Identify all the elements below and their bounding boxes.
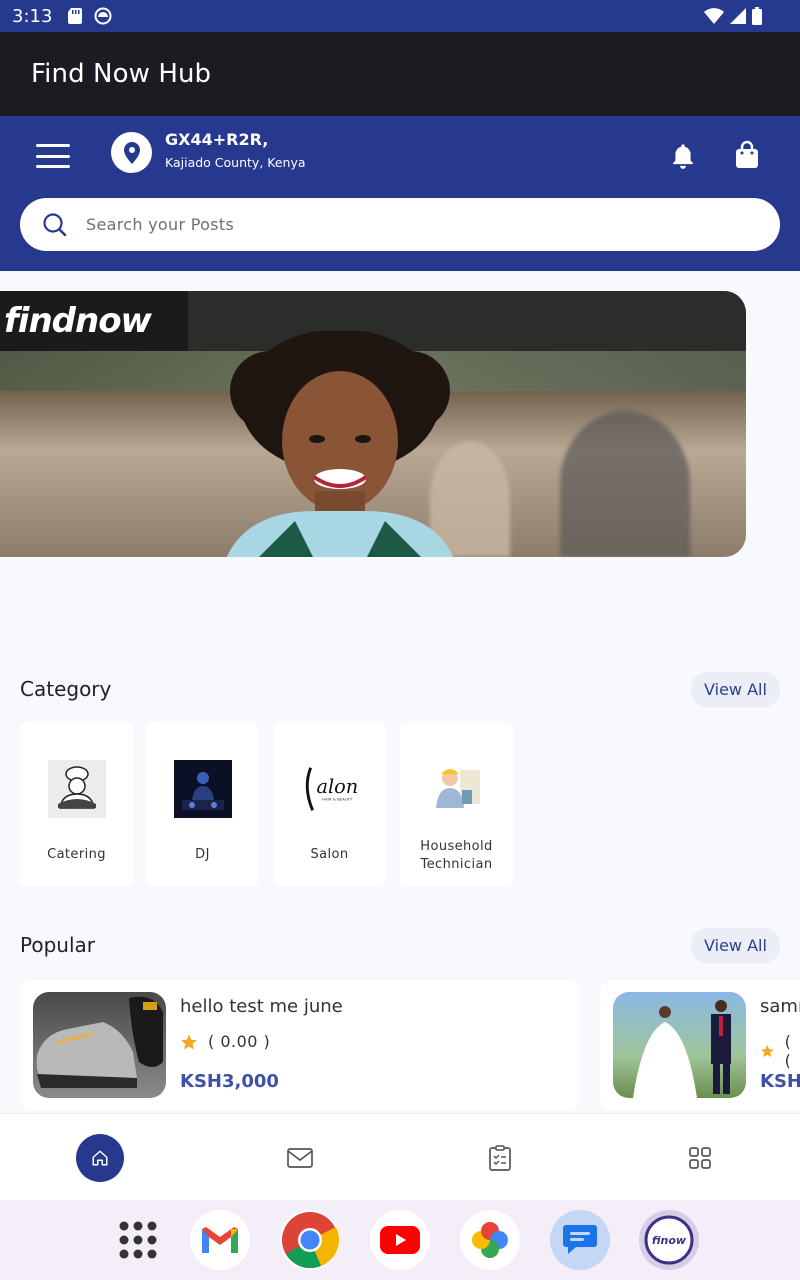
search-input[interactable] xyxy=(86,215,686,234)
product-rating: ( 0.00 ) xyxy=(180,1032,270,1051)
category-label: Household Technician xyxy=(420,839,493,872)
svg-text:finow: finow xyxy=(652,1234,687,1247)
banner-woman-image xyxy=(226,331,454,557)
rating-value: ( ( xyxy=(784,1032,792,1070)
location-text[interactable]: GX44+R2R, Kajiado County, Kenya xyxy=(165,130,306,170)
popular-title: Popular xyxy=(20,933,95,957)
star-icon xyxy=(181,1034,197,1049)
app-title-bar: Find Now Hub xyxy=(0,32,800,116)
search-bar[interactable] xyxy=(20,198,780,251)
product-image-shoe xyxy=(33,992,166,1098)
category-card-salon[interactable]: alon HAIR & BEAUTY Salon xyxy=(273,723,386,886)
category-view-all-button[interactable]: View All xyxy=(691,672,780,707)
promo-banner[interactable]: findnow xyxy=(0,291,746,557)
popular-view-all-button[interactable]: View All xyxy=(691,928,780,963)
status-time: 3:13 xyxy=(12,5,53,27)
popular-item-card[interactable]: hello test me june ( 0.00 ) KSH3,000 xyxy=(20,980,580,1110)
gmail-icon[interactable] xyxy=(190,1210,250,1270)
app-drawer-icon[interactable] xyxy=(108,1210,168,1270)
youtube-icon[interactable] xyxy=(370,1210,430,1270)
product-image-wedding xyxy=(613,992,746,1098)
search-icon xyxy=(43,212,67,236)
technician-icon xyxy=(428,760,486,818)
salon-logo-icon: alon HAIR & BEAUTY xyxy=(301,760,359,818)
grid-icon[interactable] xyxy=(676,1134,724,1182)
product-price: KSH3,000 xyxy=(180,1071,279,1092)
chef-icon xyxy=(48,760,106,818)
rating-value: ( 0.00 ) xyxy=(208,1032,271,1051)
category-title: Category xyxy=(20,677,112,701)
category-card-catering[interactable]: Catering xyxy=(20,723,133,886)
wifi-icon xyxy=(704,8,724,24)
product-title: hello test me june xyxy=(180,996,343,1017)
chrome-icon[interactable] xyxy=(280,1210,340,1270)
menu-icon[interactable] xyxy=(36,144,70,168)
location-region: Kajiado County, Kenya xyxy=(165,155,306,170)
app-title: Find Now Hub xyxy=(31,59,212,89)
home-icon[interactable] xyxy=(76,1134,124,1182)
svg-text:HAIR & BEAUTY: HAIR & BEAUTY xyxy=(322,797,353,802)
svg-text:alon: alon xyxy=(316,775,358,798)
product-price: KSH xyxy=(760,1071,800,1092)
product-rating: ( ( xyxy=(760,1032,800,1070)
signal-icon xyxy=(730,8,746,24)
android-dock: finow xyxy=(0,1200,800,1280)
location-code: GX44+R2R, xyxy=(165,130,269,149)
header: GX44+R2R, Kajiado County, Kenya xyxy=(0,116,800,271)
bottom-navigation xyxy=(0,1113,800,1200)
category-label: Salon xyxy=(310,847,349,862)
sd-card-icon xyxy=(68,8,83,24)
category-label: DJ xyxy=(195,847,210,862)
shopping-bag-icon[interactable] xyxy=(734,140,760,175)
category-label: Catering xyxy=(47,847,106,862)
photos-icon[interactable] xyxy=(460,1210,520,1270)
location-pin-icon[interactable] xyxy=(111,132,152,173)
category-card-household-technician[interactable]: Household Technician xyxy=(400,723,513,886)
mail-icon[interactable] xyxy=(276,1134,324,1182)
messages-icon[interactable] xyxy=(550,1210,610,1270)
product-title: samı xyxy=(760,996,800,1017)
banner-logo-text: findnow xyxy=(4,301,152,341)
status-bar: 3:13 xyxy=(0,0,800,32)
banner-logo: findnow xyxy=(0,291,188,351)
category-card-dj[interactable]: DJ xyxy=(146,723,259,886)
battery-icon xyxy=(752,7,762,25)
sync-icon xyxy=(94,7,112,25)
clipboard-icon[interactable] xyxy=(476,1134,524,1182)
findnow-app-icon[interactable]: finow xyxy=(639,1210,699,1270)
popular-item-card[interactable]: samı ( ( KSH xyxy=(600,980,800,1110)
notification-bell-icon[interactable] xyxy=(669,142,697,175)
star-icon xyxy=(760,1044,774,1058)
dj-icon xyxy=(174,760,232,818)
